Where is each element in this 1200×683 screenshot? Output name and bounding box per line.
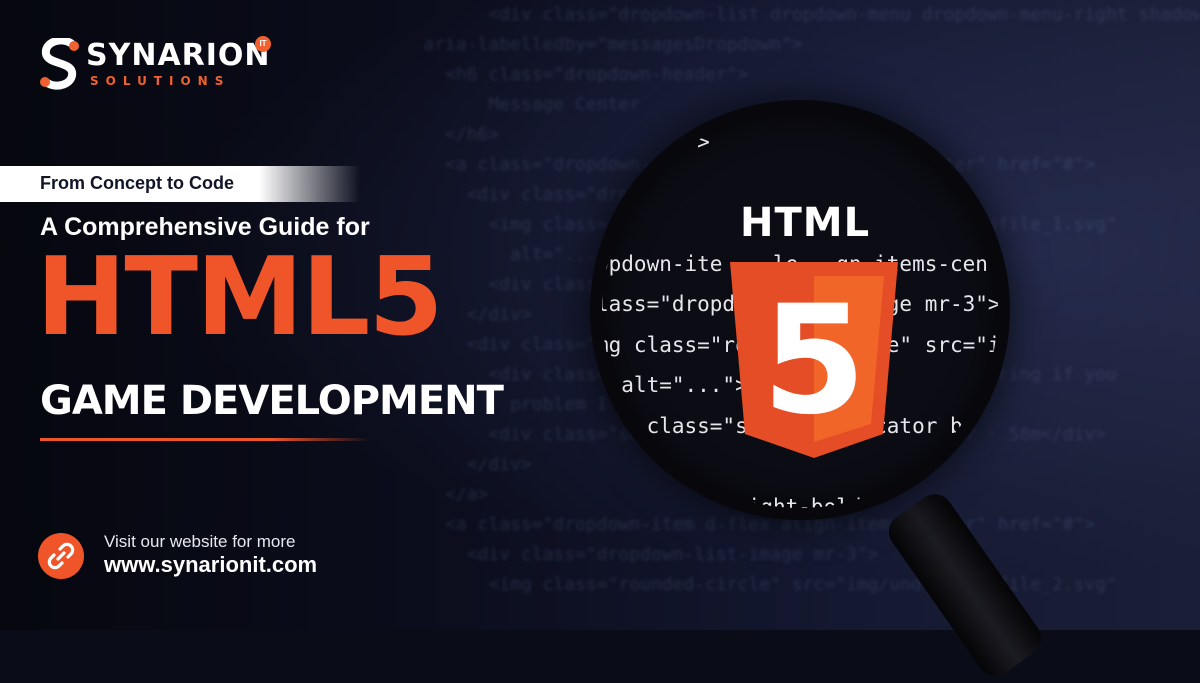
brand-sub: SOLUTIONS — [90, 74, 231, 88]
hero-subtitle: GAME DEVELOPMENT — [40, 378, 504, 424]
background-code-line: <div class="dropdown-list dropdown-menu … — [380, 4, 1200, 25]
background-code-line: aria-labelledby="messagesDropdown"> — [380, 34, 803, 55]
visit-text: Visit our website for more — [104, 532, 296, 551]
lens-code-line: -header"> — [596, 130, 710, 154]
hero-title: HTML5 — [36, 235, 443, 360]
synarion-s-logo-icon — [40, 38, 79, 90]
background-code-line: <h6 class="dropdown-header"> — [380, 64, 749, 85]
background-code-line: <div class="dropdown-list-image mr-3"> — [380, 544, 879, 565]
shield-number: 5 — [762, 274, 866, 448]
link-icon-button[interactable] — [38, 533, 84, 579]
tagline-banner: From Concept to Code — [0, 166, 360, 202]
html5-shield-icon: 5 — [730, 262, 898, 458]
brand-badge: IT — [255, 36, 271, 52]
tagline-text: From Concept to Code — [40, 173, 234, 193]
background-code-line: <img class="rounded-circle" src="img/und… — [380, 574, 1117, 595]
link-icon — [47, 542, 75, 570]
lens-code-line: er — [596, 170, 622, 195]
brand-name: SYNARION — [86, 38, 271, 73]
brand-logo: SYNARION SOLUTIONS IT — [38, 36, 271, 96]
accent-underline — [40, 438, 370, 441]
html-label: HTML — [740, 200, 871, 246]
magnifier-lens: -header">eropdown-ite -le gn-items-cenla… — [590, 100, 1010, 520]
website-link[interactable]: www.synarionit.com — [104, 552, 317, 578]
